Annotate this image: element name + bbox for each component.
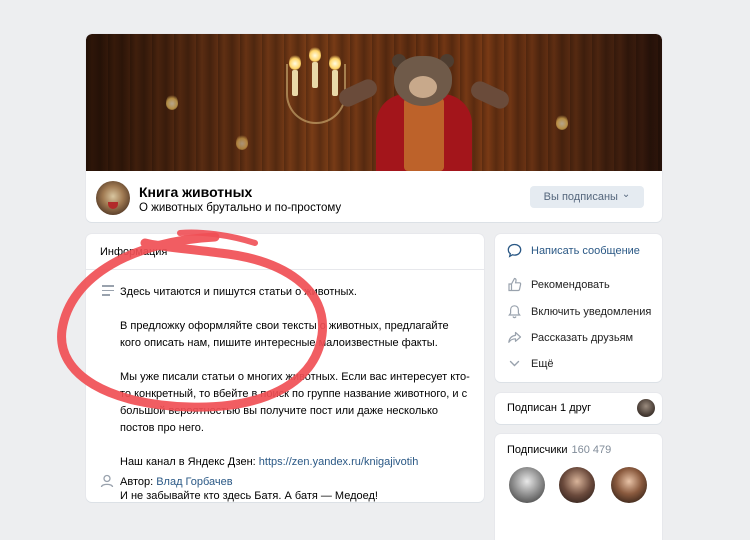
person-icon (100, 474, 114, 488)
candle-flame (289, 54, 301, 70)
subscribers-label: Подписчики (507, 444, 568, 456)
author-label: Автор: (120, 476, 157, 488)
candle (292, 70, 298, 96)
friends-label: Подписан 1 друг (507, 402, 592, 414)
send-message-label: Написать сообщение (531, 244, 640, 257)
friend-avatar[interactable] (637, 399, 655, 417)
candle-flame (556, 114, 568, 130)
more-label: Ещё (531, 357, 554, 370)
enable-notifications-label: Включить уведомления (531, 305, 652, 318)
share-label: Рассказать друзьям (531, 331, 634, 344)
group-avatar[interactable] (96, 181, 130, 215)
closing-text: И не забывайте кто здесь Батя. А батя — … (120, 490, 378, 502)
chevron-down-icon: ⌄ (621, 188, 631, 200)
subscribed-label: Вы подписаны (543, 191, 618, 203)
group-title: Книга животных (139, 184, 253, 200)
subscribers-count: 160 479 (571, 444, 612, 456)
group-header-card: Книга животных О животных брутально и по… (86, 34, 662, 222)
candle-flame (236, 134, 248, 150)
actions-card: Написать сообщение Рекомендовать Включит… (495, 234, 662, 382)
group-description: Здесь читаются и пишутся статьи о животн… (120, 284, 470, 505)
candle-flame (329, 54, 341, 70)
recommend-label: Рекомендовать (531, 278, 610, 291)
subscribed-button[interactable]: Вы подписаны ⌄ (530, 186, 644, 208)
candle (332, 70, 338, 96)
bear-face (409, 76, 437, 98)
candle-flame (166, 94, 178, 110)
group-cover-image (86, 34, 662, 171)
enable-notifications-button[interactable]: Включить уведомления (507, 304, 651, 319)
message-icon (507, 243, 522, 258)
subscriber-avatar[interactable] (611, 467, 647, 503)
recommend-button[interactable]: Рекомендовать (507, 277, 610, 292)
subscriber-avatar[interactable] (559, 467, 595, 503)
candle-flame (309, 46, 321, 62)
group-status: О животных брутально и по-простому (139, 202, 342, 214)
channel-link[interactable]: https://zen.yandex.ru/knigajivotih (259, 456, 419, 468)
share-icon (508, 331, 522, 343)
description-text: Здесь читаются и пишутся статьи о животн… (120, 286, 470, 434)
bear-paw (468, 78, 512, 112)
more-button[interactable]: Ещё (507, 356, 554, 371)
divider (86, 269, 484, 270)
candle (312, 62, 318, 88)
bell-icon (508, 305, 521, 319)
share-button[interactable]: Рассказать друзьям (507, 330, 633, 345)
thumbs-up-icon (508, 277, 522, 292)
subscriber-avatar[interactable] (509, 467, 545, 503)
subscribers-card: Подписчики 160 479 (495, 434, 662, 540)
info-card: Информация Здесь читаются и пишутся стат… (86, 234, 484, 502)
author-row: Автор: Влад Горбачев (120, 476, 233, 488)
channel-prefix: Наш канал в Яндекс Дзен: (120, 456, 259, 468)
subscribers-header[interactable]: Подписчики 160 479 (507, 444, 611, 456)
chevron-down-icon (509, 360, 520, 367)
send-message-button[interactable]: Написать сообщение (507, 243, 640, 258)
info-title: Информация (100, 246, 168, 258)
description-icon (102, 285, 114, 299)
author-link[interactable]: Влад Горбачев (156, 476, 232, 488)
bear-stole (404, 98, 444, 171)
friends-card[interactable]: Подписан 1 друг (495, 393, 662, 424)
